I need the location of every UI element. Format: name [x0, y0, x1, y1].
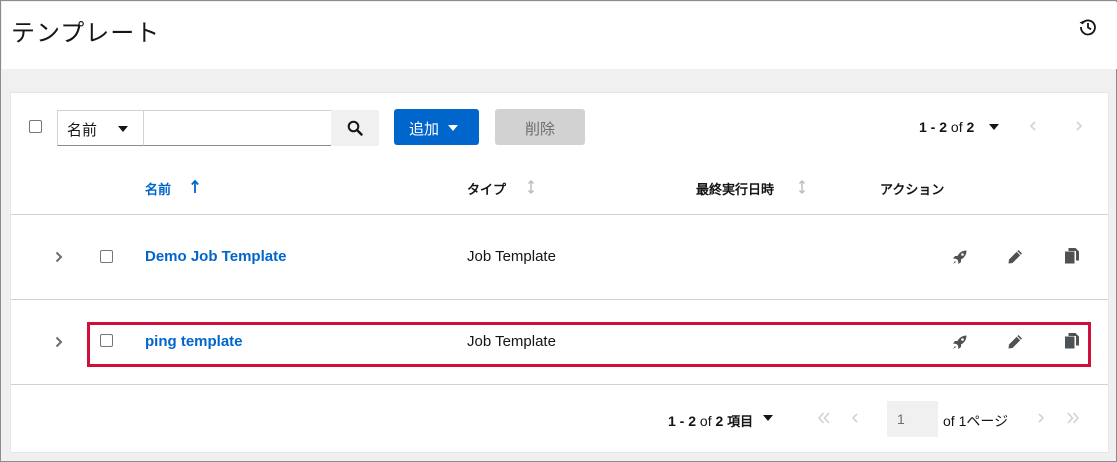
chevron-right-icon[interactable] — [1036, 413, 1046, 423]
row-checkbox[interactable] — [100, 334, 113, 347]
page-header: テンプレート — [2, 2, 1117, 69]
filter-field-select[interactable]: 名前 — [57, 110, 144, 146]
column-header-name[interactable]: 名前 — [145, 179, 171, 198]
search-button[interactable] — [331, 110, 379, 146]
expand-icon[interactable] — [53, 250, 65, 264]
of-pages-suffix: ページ — [966, 414, 1009, 430]
sort-icon[interactable] — [797, 179, 807, 195]
rocket-icon[interactable] — [951, 248, 969, 266]
column-header-type[interactable]: タイプ — [467, 179, 506, 198]
template-type: Job Template — [467, 333, 556, 350]
bottom-pagination-total: 2 — [715, 413, 724, 429]
chevron-left-icon[interactable] — [1028, 121, 1038, 131]
delete-button-label: 削除 — [524, 120, 555, 138]
caret-down-icon[interactable] — [989, 124, 999, 130]
last-page-icon[interactable] — [1066, 412, 1080, 424]
pencil-icon[interactable] — [1006, 248, 1024, 266]
page-title: テンプレート — [11, 19, 161, 47]
copy-icon[interactable] — [1063, 332, 1081, 350]
page-number-input[interactable] — [887, 401, 938, 437]
of-pages-prefix: of — [943, 413, 955, 429]
first-page-icon[interactable] — [817, 412, 831, 424]
pagination-of: of — [950, 119, 963, 135]
sort-asc-icon[interactable] — [190, 179, 200, 195]
add-button[interactable]: 追加 — [394, 109, 479, 145]
divider — [11, 384, 1108, 385]
bottom-pagination-of: of — [699, 413, 712, 429]
pagination-total: 2 — [966, 119, 975, 135]
templates-card: 名前 追加 削除 1 - 2 of 2 名前 タイプ 最終実行日時 アクション … — [10, 92, 1109, 453]
divider — [11, 299, 1108, 300]
app-frame: テンプレート 名前 追加 削除 1 - 2 of 2 名前 タイプ 最終実行日時… — [0, 0, 1117, 462]
bottom-pagination-toggle[interactable]: 1 - 2 of 2 項目 — [668, 411, 753, 430]
column-header-last-run[interactable]: 最終実行日時 — [696, 179, 774, 198]
pencil-icon[interactable] — [1006, 333, 1024, 351]
search-icon — [347, 120, 363, 136]
copy-icon[interactable] — [1063, 247, 1081, 265]
bottom-pagination-range: 1 - 2 — [668, 413, 697, 429]
filter-field-label: 名前 — [67, 121, 98, 139]
template-name-link[interactable]: ping template — [145, 333, 243, 350]
sort-icon[interactable] — [526, 179, 536, 195]
rocket-icon[interactable] — [951, 333, 969, 351]
column-header-actions: アクション — [880, 183, 945, 198]
chevron-right-icon[interactable] — [1074, 121, 1084, 131]
pagination-range: 1 - 2 — [919, 119, 948, 135]
select-all-checkbox[interactable] — [29, 120, 42, 133]
template-type: Job Template — [467, 248, 556, 265]
history-icon[interactable] — [1078, 17, 1098, 37]
pagination-toggle[interactable]: 1 - 2 of 2 — [919, 119, 974, 135]
divider — [11, 214, 1108, 215]
delete-button[interactable]: 削除 — [495, 109, 585, 145]
search-input[interactable] — [144, 110, 332, 146]
caret-down-icon — [118, 126, 128, 132]
row-checkbox[interactable] — [100, 250, 113, 263]
template-name-link[interactable]: Demo Job Template — [145, 248, 286, 265]
caret-down-icon — [448, 125, 458, 131]
chevron-left-icon[interactable] — [850, 413, 860, 423]
caret-down-icon[interactable] — [763, 415, 773, 421]
total-pages-label: of 1ページ — [943, 411, 1008, 431]
bottom-pagination-unit: 項目 — [727, 415, 754, 430]
expand-icon[interactable] — [53, 335, 65, 349]
add-button-label: 追加 — [409, 120, 440, 138]
